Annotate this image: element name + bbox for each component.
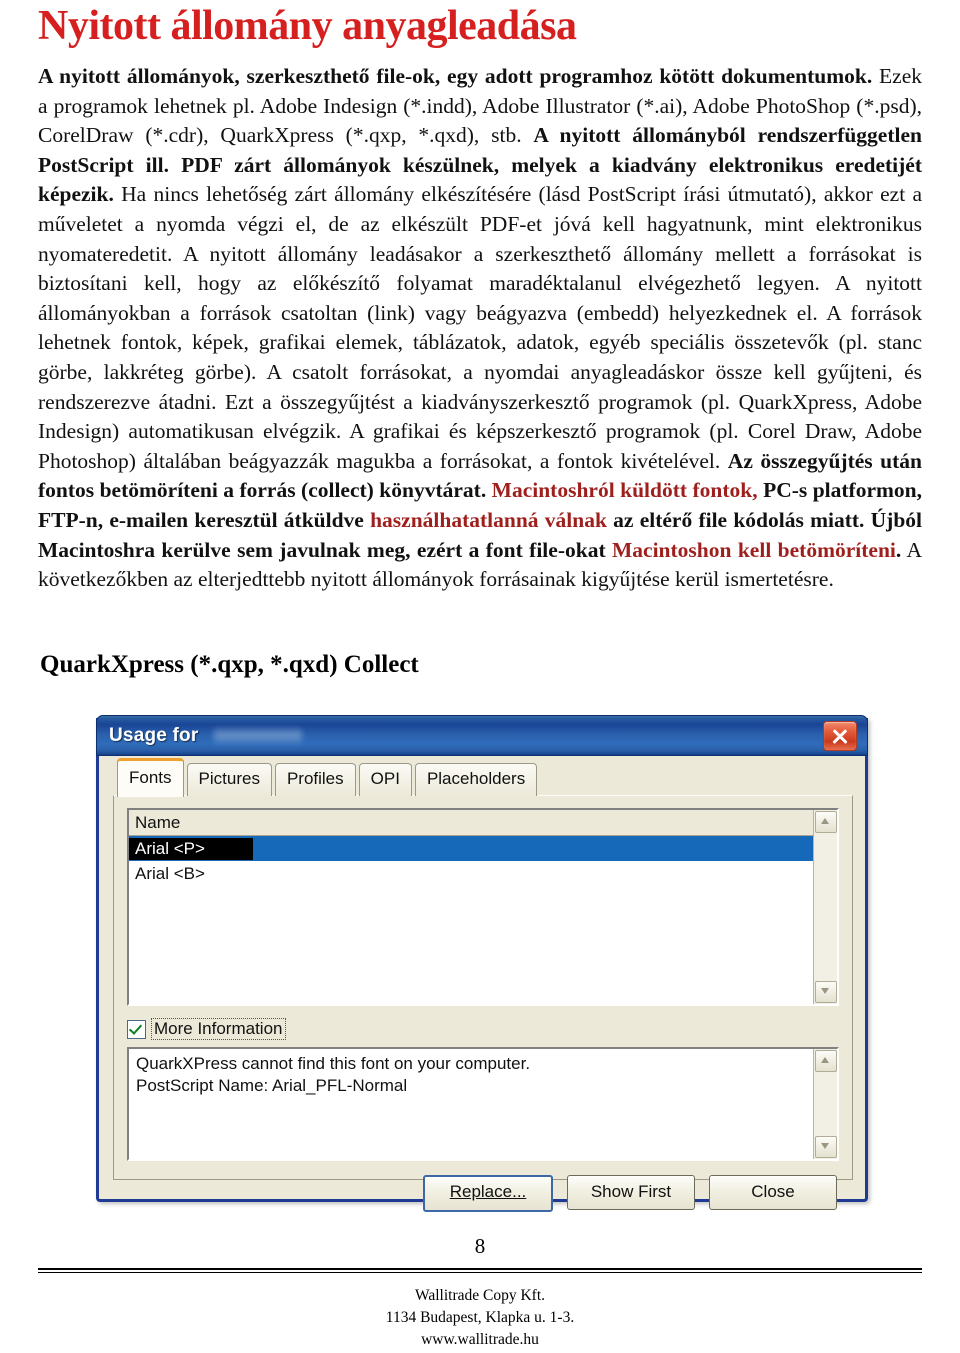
font-info-scrollbar[interactable] [813, 1049, 837, 1159]
footer: Wallitrade Copy Kft. 1134 Budapest, Klap… [0, 1285, 960, 1351]
font-list[interactable]: Name Arial <P> Arial <B> [127, 808, 839, 1006]
show-first-button[interactable]: Show First [567, 1175, 695, 1210]
dialog-title-redacted-filename [214, 727, 303, 744]
font-list-main: Name Arial <P> Arial <B> [129, 810, 813, 1004]
paragraph-main: A nyitott állományok, szerkeszthető file… [38, 62, 922, 595]
dialog-button-row: Replace... Show First Close [127, 1175, 839, 1212]
chevron-up-icon[interactable] [814, 1050, 837, 1072]
tab-bar: Fonts Pictures Profiles OPI Placeholders [117, 758, 853, 797]
tab-opi[interactable]: OPI [358, 763, 412, 796]
text-run-3: Ha nincs lehetőség zárt állomány elkészí… [38, 182, 922, 473]
more-information-label[interactable]: More Information [151, 1018, 286, 1040]
tab-fonts[interactable]: Fonts [117, 758, 184, 797]
text-red-2: használhatatlanná válnak [370, 507, 607, 532]
list-item-label: Arial <P> [129, 837, 253, 860]
footer-company: Wallitrade Copy Kft. [414, 1287, 546, 1304]
replace-button[interactable]: Replace... [423, 1175, 553, 1212]
page-title: Nyitott állomány anyagleadása [38, 3, 577, 49]
dialog-title: Usage for [109, 724, 199, 746]
tab-panel-fonts: Name Arial <P> Arial <B> More Informatio… [113, 795, 853, 1212]
text-red-3: Macintoshon kell betömöríteni [612, 537, 896, 562]
page-number: 8 [474, 1234, 486, 1258]
list-item-label: Arial <B> [135, 863, 205, 883]
column-header-name[interactable]: Name [129, 810, 813, 836]
chevron-up-icon[interactable] [814, 811, 837, 833]
font-info-line-2: PostScript Name: Arial_PFL-Normal [136, 1076, 408, 1095]
font-list-scrollbar[interactable] [813, 810, 837, 1004]
usage-dialog: Usage for Fonts Pictures Profiles OPI Pl… [96, 715, 868, 1212]
chevron-down-icon[interactable] [814, 1136, 837, 1158]
tab-placeholders[interactable]: Placeholders [414, 763, 538, 796]
tab-pictures[interactable]: Pictures [186, 763, 272, 796]
footer-website: www.wallitrade.hu [421, 1331, 539, 1348]
font-info-text: QuarkXPress cannot find this font on you… [129, 1049, 813, 1159]
tab-profiles[interactable]: Profiles [274, 763, 356, 796]
footer-address: 1134 Budapest, Klapka u. 1-3. [385, 1309, 575, 1326]
section-heading: QuarkXpress (*.qxp, *.qxd) Collect [40, 651, 419, 678]
font-info-box: QuarkXPress cannot find this font on you… [127, 1047, 839, 1161]
font-list-rows: Arial <P> Arial <B> [129, 836, 813, 1004]
dialog-titlebar[interactable]: Usage for [96, 715, 868, 756]
close-button[interactable]: Close [709, 1175, 837, 1210]
dialog-body: Fonts Pictures Profiles OPI Placeholders… [99, 756, 865, 1212]
text-bold-lead: A nyitott állományok, szerkeszthető file… [38, 64, 873, 88]
body-text: A nyitott állományok, szerkeszthető file… [38, 62, 922, 595]
replace-button-label: Replace... [449, 1182, 527, 1201]
list-item[interactable]: Arial <P> [129, 836, 813, 861]
document-page: Nyitott állomány anyagleadása A nyitott … [0, 0, 960, 1353]
more-information-row: More Information [127, 1018, 839, 1040]
list-item[interactable]: Arial <B> [129, 861, 813, 886]
close-icon[interactable] [823, 720, 857, 751]
font-info-line-1: QuarkXPress cannot find this font on you… [136, 1054, 531, 1073]
more-information-checkbox[interactable] [127, 1019, 146, 1039]
text-red-1: Macintoshról küldött fontok, [486, 478, 758, 503]
footer-divider [38, 1268, 922, 1273]
chevron-down-icon[interactable] [814, 981, 837, 1003]
